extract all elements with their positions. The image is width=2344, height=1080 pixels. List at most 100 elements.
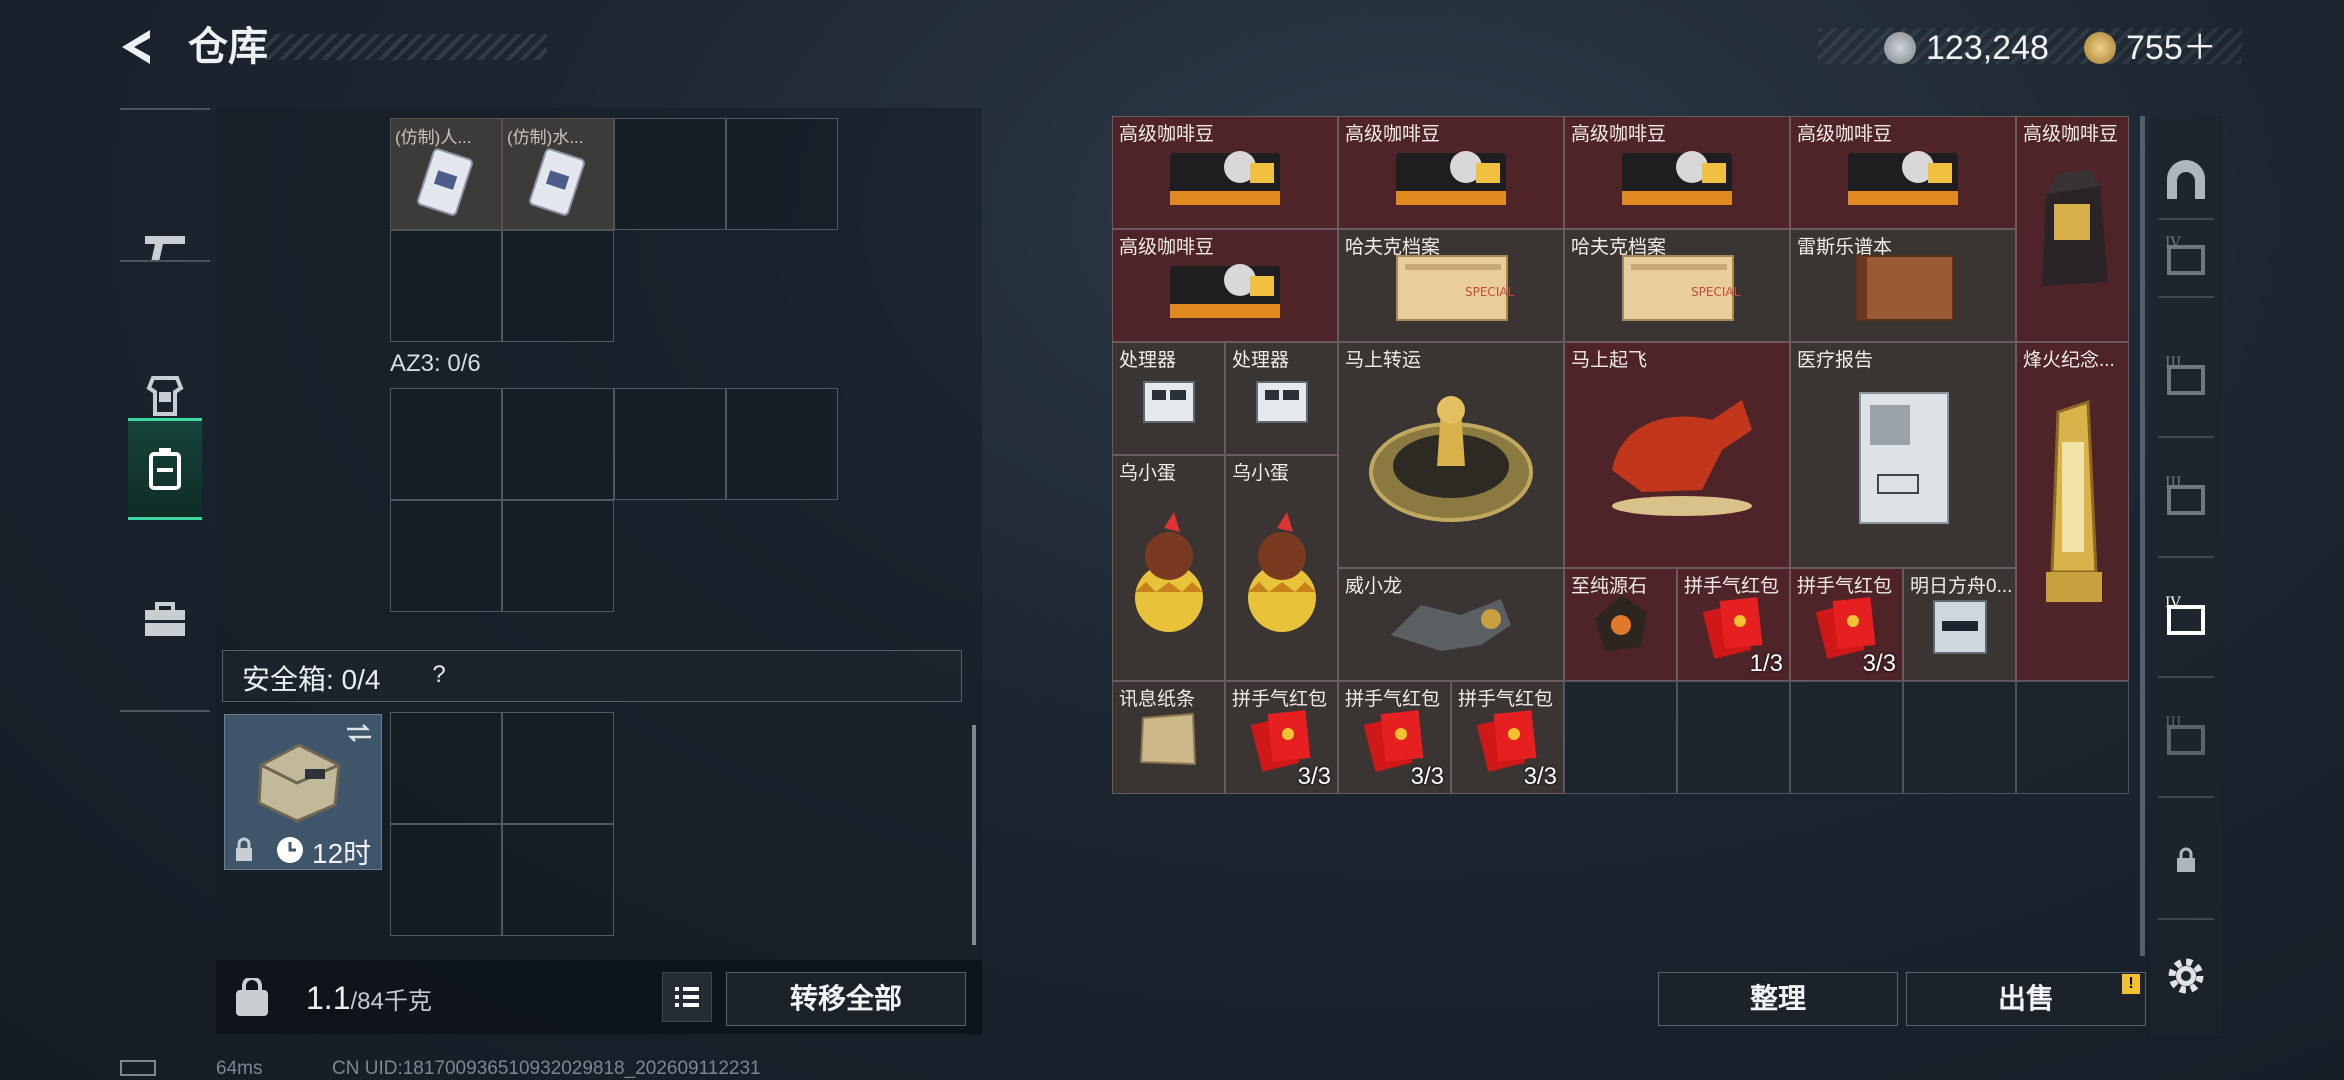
lock-icon <box>2177 847 2195 872</box>
stash-case-icon: III <box>2165 355 2205 395</box>
safe-slot[interactable] <box>390 824 502 936</box>
item-name: 医疗报告 <box>1797 350 1874 371</box>
stash-item[interactable]: 雷斯乐谱本 <box>1790 229 2016 342</box>
card-icon <box>417 148 473 216</box>
item-name: 高级咖啡豆 <box>1571 124 1667 145</box>
item-name: 哈夫克档案 <box>1345 237 1441 258</box>
uid-label: CN UID:18170093651093202981​8_2026091122… <box>332 1058 761 1079</box>
list-icon <box>675 987 699 1007</box>
weight-display: 1.1/84千克 <box>306 980 432 1017</box>
backpack-slot[interactable] <box>390 230 502 342</box>
item-name: 拼手气红包 <box>1232 689 1328 710</box>
gold-value[interactable]: 755＋ <box>2126 24 2217 72</box>
safe-case-icon <box>257 743 341 823</box>
stash-item[interactable]: SPECIAL 哈夫克档案 <box>1564 229 1790 342</box>
stash-item[interactable]: 处理器 <box>1112 342 1225 455</box>
stash-tab-3a[interactable]: III <box>2158 350 2214 406</box>
backpack-slot[interactable] <box>502 230 614 342</box>
az3-slot[interactable] <box>502 388 614 500</box>
item-name: 拼手气红包 <box>1345 689 1441 710</box>
stash-item[interactable]: 威小龙 <box>1338 568 1564 681</box>
stash-item[interactable]: 高级咖啡豆 <box>1564 116 1790 229</box>
stash-item[interactable]: 处理器 <box>1225 342 1338 455</box>
clock-icon <box>277 837 303 863</box>
tab-weapons[interactable] <box>128 200 202 296</box>
gear-icon <box>2168 958 2204 994</box>
stash-item[interactable]: 医疗报告 <box>1790 342 2016 568</box>
stash-item[interactable]: 烽火纪念... <box>2016 342 2129 681</box>
az3-slot[interactable] <box>390 388 502 500</box>
item-name: 高级咖啡豆 <box>1345 124 1441 145</box>
item-name: 马上转运 <box>1345 350 1422 371</box>
back-button[interactable] <box>112 22 162 72</box>
item-egg-icon <box>1226 456 1337 680</box>
az3-slot[interactable] <box>614 388 726 500</box>
stash-item[interactable]: 拼手气红包 3/3 <box>1225 681 1338 794</box>
stash-item[interactable]: 拼手气红包 1/3 <box>1677 568 1790 681</box>
safe-slot[interactable] <box>502 712 614 824</box>
stash-item[interactable]: 拼手气红包 3/3 <box>1451 681 1564 794</box>
backpack-slot[interactable] <box>614 118 726 230</box>
stash-empty-slot[interactable] <box>1903 681 2016 794</box>
left-scrollbar[interactable] <box>972 725 976 945</box>
svg-text:III: III <box>2165 715 2182 731</box>
gold-coin-icon <box>2084 32 2116 64</box>
stash-item[interactable]: 高级咖啡豆 <box>1112 116 1338 229</box>
stash-item[interactable]: 明日方舟0... <box>1903 568 2016 681</box>
stash-tab-4[interactable]: IV <box>2158 230 2214 286</box>
stash-item[interactable]: 乌小蛋 <box>1225 455 1338 681</box>
stash-item[interactable]: 高级咖啡豆 <box>1790 116 2016 229</box>
stash-item[interactable]: 高级咖啡豆 <box>2016 116 2129 342</box>
item-count: 3/3 <box>1410 763 1444 790</box>
stash-empty-slot[interactable] <box>1564 681 1677 794</box>
stash-tab-4-active[interactable]: IV <box>2158 590 2214 646</box>
az3-slot[interactable] <box>726 388 838 500</box>
item-name: 至纯源石 <box>1571 576 1648 597</box>
sort-button[interactable]: 整理 <box>1658 972 1898 1026</box>
settings-button[interactable] <box>2158 948 2214 1004</box>
stash-empty-slot[interactable] <box>1677 681 1790 794</box>
briefcase-icon <box>145 602 185 636</box>
sell-button[interactable]: 出售 <box>1906 972 2146 1026</box>
backpack-slot[interactable]: (仿制)水... <box>502 118 614 230</box>
ping-label: 64ms <box>216 1058 263 1079</box>
stash-tab-locked[interactable] <box>2158 832 2214 888</box>
stash-item[interactable]: 高级咖啡豆 <box>1112 229 1338 342</box>
silver-value: 123,248 <box>1926 29 2049 67</box>
stash-tab-3c[interactable]: III <box>2158 710 2214 766</box>
backpack-slot[interactable]: (仿制)人... <box>390 118 502 230</box>
stash-item[interactable]: 马上起飞 <box>1564 342 1790 568</box>
backpack-slot[interactable] <box>726 118 838 230</box>
arch-icon <box>2167 160 2205 199</box>
az3-slot[interactable] <box>390 500 502 612</box>
stash-empty-slot[interactable] <box>1790 681 1903 794</box>
stash-item[interactable]: 拼手气红包 3/3 <box>1338 681 1451 794</box>
item-horse-icon <box>1565 343 1789 567</box>
stash-item[interactable]: 拼手气红包 3/3 <box>1790 568 1903 681</box>
stash-tab-3b[interactable]: III <box>2158 470 2214 526</box>
list-view-button[interactable] <box>662 972 712 1022</box>
help-icon[interactable]: ? <box>424 660 454 690</box>
stash-empty-slot[interactable] <box>2016 681 2129 794</box>
tab-case[interactable] <box>128 572 202 668</box>
safe-slot[interactable] <box>502 824 614 936</box>
battery-icon <box>120 1060 156 1076</box>
az3-slot[interactable] <box>502 500 614 612</box>
stash-item[interactable]: 乌小蛋 <box>1112 455 1225 681</box>
weight-unit: /84千克 <box>350 988 432 1015</box>
tab-backpack[interactable] <box>128 418 202 520</box>
stash-tab-all[interactable] <box>2158 152 2214 208</box>
stash-item[interactable]: 高级咖啡豆 <box>1338 116 1564 229</box>
back-arrow-icon <box>122 30 150 64</box>
transfer-all-button[interactable]: 转移全部 <box>726 972 966 1026</box>
stash-item[interactable]: 至纯源石 <box>1564 568 1677 681</box>
stash-item[interactable]: 讯息纸条 <box>1112 681 1225 794</box>
safe-slot[interactable] <box>390 712 502 824</box>
item-name: 威小龙 <box>1345 576 1403 597</box>
stash-item[interactable]: 马上转运 <box>1338 342 1564 568</box>
stash-item[interactable]: SPECIAL 哈夫克档案 <box>1338 229 1564 342</box>
item-name: 处理器 <box>1119 350 1177 371</box>
item-name: 拼手气红包 <box>1797 576 1893 597</box>
svg-text:III: III <box>2165 355 2182 371</box>
stash-scrollbar[interactable] <box>2140 116 2145 956</box>
